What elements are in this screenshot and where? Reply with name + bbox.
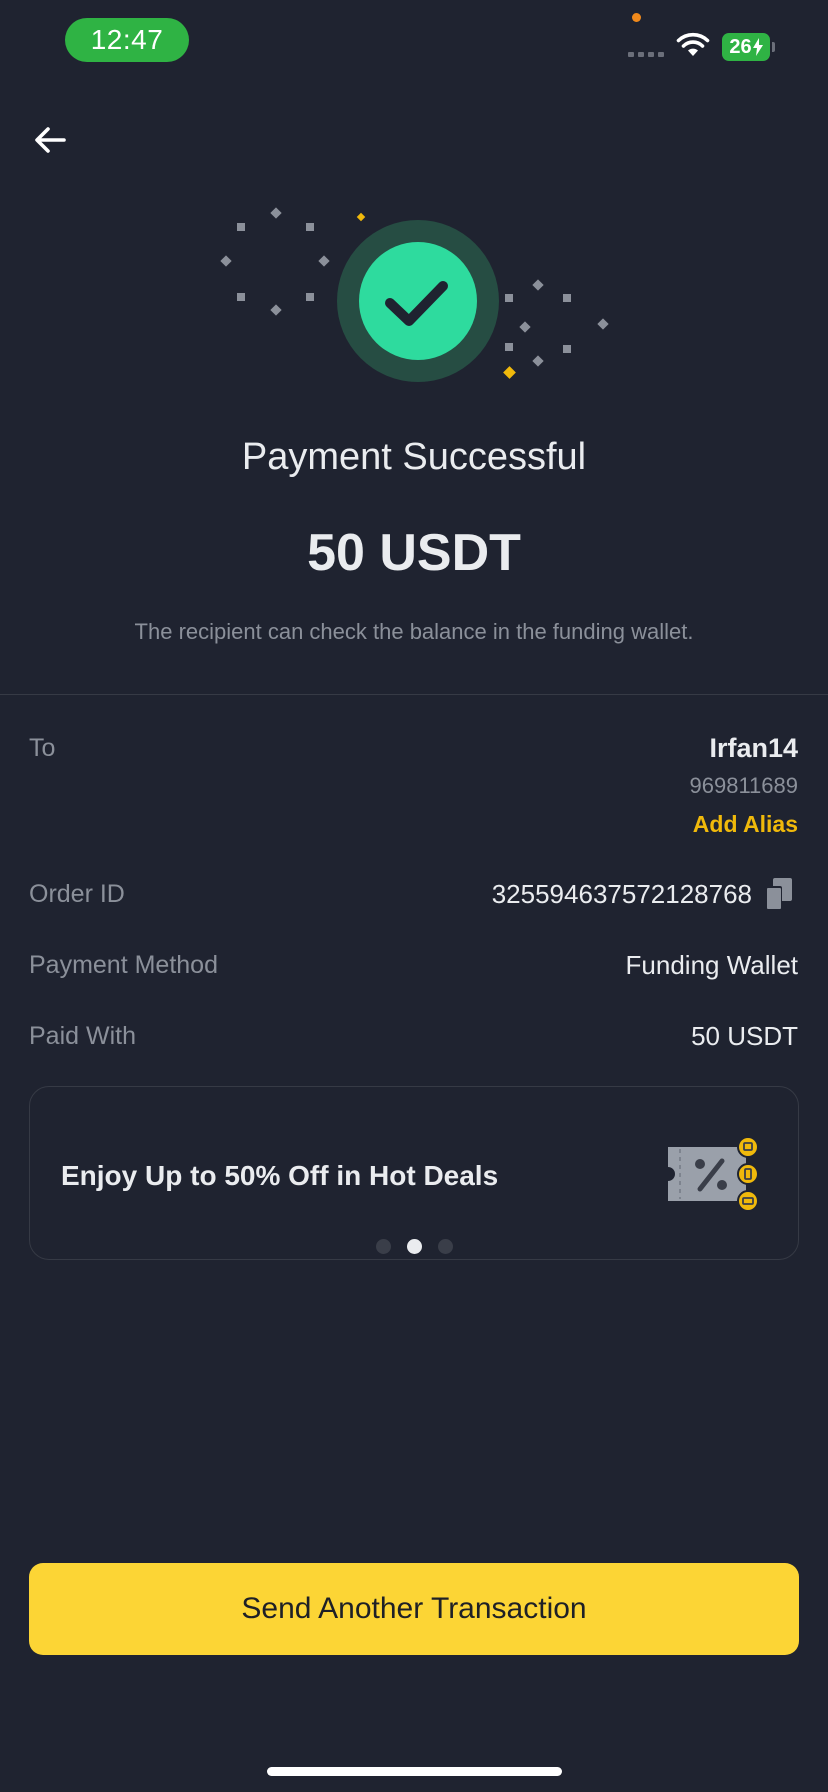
battery-level: 26 (729, 35, 752, 58)
to-label: To (29, 734, 56, 762)
send-another-transaction-button[interactable]: Send Another Transaction (29, 1563, 799, 1655)
payment-method-value: Funding Wallet (625, 950, 798, 980)
arrow-left-icon (35, 127, 66, 153)
recipient-id: 969811689 (689, 773, 799, 798)
order-id-value: 325594637572128768 (491, 879, 752, 909)
wifi-icon (676, 32, 710, 56)
result-subtitle: The recipient can check the balance in t… (134, 619, 694, 644)
success-illustration (220, 207, 609, 382)
back-button[interactable] (30, 122, 70, 158)
promo-banner[interactable]: Enjoy Up to 50% Off in Hot Deals (29, 1086, 799, 1260)
copy-icon[interactable] (764, 878, 792, 910)
sparkle-yellow-2 (503, 366, 516, 379)
confetti-left (220, 207, 330, 316)
carousel-dot[interactable] (438, 1239, 453, 1254)
privacy-indicator-dot (632, 13, 641, 22)
confetti-right (505, 279, 609, 367)
home-indicator[interactable] (267, 1767, 562, 1776)
result-amount: 50 USDT (307, 524, 521, 582)
recipient-name: Irfan14 (709, 733, 798, 763)
payment-method-label: Payment Method (29, 951, 218, 979)
status-bar: 12:47 26 (0, 0, 828, 90)
status-time: 12:47 (65, 18, 189, 62)
carousel-dot-active[interactable] (407, 1239, 422, 1254)
section-divider (0, 694, 828, 695)
carousel-pagination (376, 1239, 453, 1254)
promo-banner-text: Enjoy Up to 50% Off in Hot Deals (61, 1160, 499, 1191)
charging-bolt-icon (752, 38, 763, 56)
check-circle-inner (359, 242, 477, 360)
add-alias-link[interactable]: Add Alias (693, 811, 798, 838)
cellular-signal-icon (628, 52, 664, 57)
paid-with-label: Paid With (29, 1022, 136, 1050)
battery-cap (772, 42, 775, 52)
paid-with-value: 50 USDT (691, 1021, 798, 1051)
order-id-label: Order ID (29, 880, 125, 908)
discount-ticket-icon (668, 1137, 759, 1212)
battery-indicator: 26 (722, 33, 770, 61)
carousel-dot[interactable] (376, 1239, 391, 1254)
sparkle-yellow (356, 212, 366, 222)
result-title: Payment Successful (241, 436, 587, 478)
